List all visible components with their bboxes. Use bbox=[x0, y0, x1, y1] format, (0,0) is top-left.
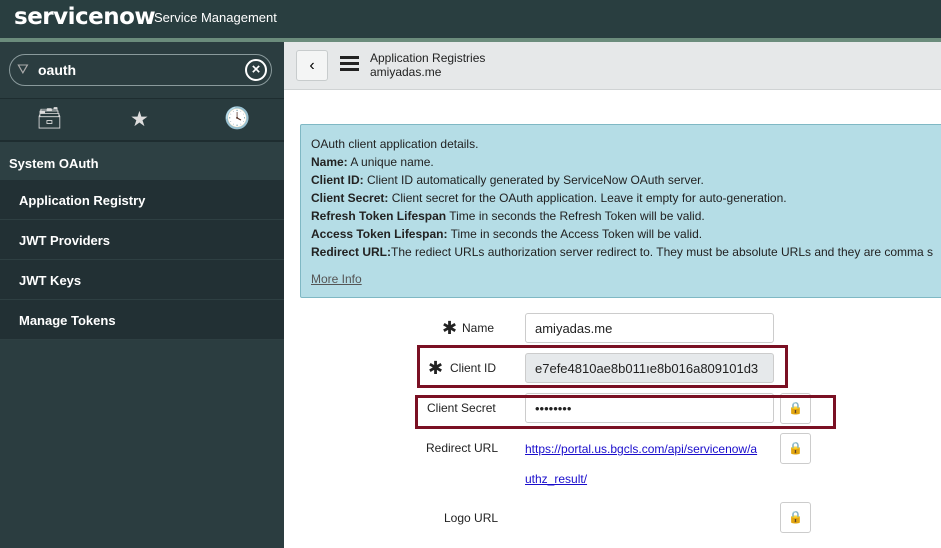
more-info-link[interactable]: More Info bbox=[311, 270, 939, 288]
lock-icon[interactable]: 🔒 bbox=[780, 502, 811, 533]
redirect-url-label: Redirect URL bbox=[426, 441, 499, 455]
nav-menu: System OAuth Application Registry JWT Pr… bbox=[0, 140, 284, 340]
filter-navigator[interactable]: ⛛ oauth × bbox=[9, 54, 272, 86]
nav-item-application-registry[interactable]: Application Registry bbox=[0, 180, 284, 220]
info-box: OAuth client application details. Name: … bbox=[300, 124, 941, 298]
required-icon: ✱ bbox=[442, 318, 458, 338]
clear-icon[interactable]: × bbox=[245, 59, 267, 81]
clock-icon[interactable]: 🕓 bbox=[224, 107, 250, 131]
info-line: Redirect URL:The rediect URLs authorizat… bbox=[311, 245, 934, 259]
servicenow-logo[interactable]: servicenow bbox=[14, 4, 156, 30]
info-line: Client Secret: Client secret for the OAu… bbox=[311, 191, 787, 205]
back-button[interactable]: ‹ bbox=[296, 50, 328, 81]
info-line: Refresh Token Lifespan Time in seconds t… bbox=[311, 209, 705, 223]
form-header: ‹ Application Registries amiyadas.me bbox=[284, 42, 941, 90]
nav-item-manage-tokens[interactable]: Manage Tokens bbox=[0, 300, 284, 340]
top-header: servicenow Service Management bbox=[0, 0, 941, 38]
info-line: Name: A unique name. bbox=[311, 155, 434, 169]
archive-icon[interactable]: 🗃 bbox=[36, 107, 63, 131]
nav-item-jwt-keys[interactable]: JWT Keys bbox=[0, 260, 284, 300]
lock-icon[interactable]: 🔒 bbox=[780, 433, 811, 464]
name-input[interactable]: amiyadas.me bbox=[525, 313, 774, 343]
filter-input[interactable]: oauth bbox=[38, 62, 76, 78]
redirect-url-link[interactable]: https://portal.us.bgcls.com/api/servicen… bbox=[525, 442, 757, 456]
highlight-client-secret bbox=[415, 395, 836, 429]
nav-tabs: 🗃 ★ 🕓 bbox=[0, 98, 284, 140]
nav-section-system-oauth[interactable]: System OAuth bbox=[0, 140, 284, 180]
record-name: amiyadas.me bbox=[370, 65, 442, 79]
redirect-url-link-cont[interactable]: uthz_result/ bbox=[525, 472, 587, 486]
product-name: Service Management bbox=[154, 10, 277, 25]
filter-icon: ⛛ bbox=[17, 61, 29, 77]
logo-url-label: Logo URL bbox=[444, 511, 499, 525]
form-title: Application Registries bbox=[370, 51, 486, 65]
info-line: Access Token Lifespan: Time in seconds t… bbox=[311, 227, 703, 241]
info-line: Client ID: Client ID automatically gener… bbox=[311, 173, 704, 187]
star-icon[interactable]: ★ bbox=[130, 107, 149, 132]
info-intro: OAuth client application details. bbox=[311, 137, 479, 151]
nav-item-jwt-providers[interactable]: JWT Providers bbox=[0, 220, 284, 260]
name-label: Name bbox=[462, 321, 495, 335]
sidebar: ⛛ oauth × 🗃 ★ 🕓 System OAuth Application… bbox=[0, 42, 284, 548]
hamburger-menu-icon[interactable] bbox=[340, 56, 359, 74]
highlight-client-id bbox=[417, 345, 788, 388]
